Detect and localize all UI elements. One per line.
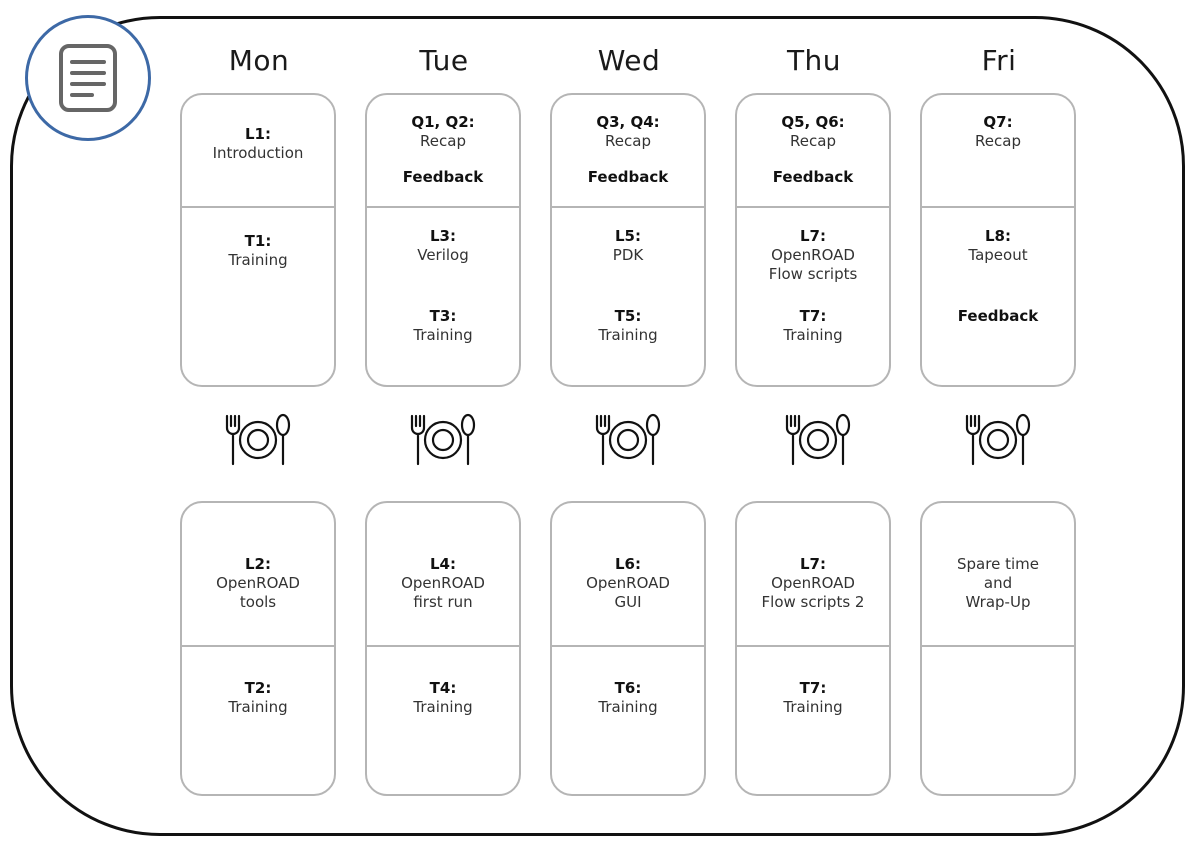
session-bottom: L8: Tapeout Feedback [922, 206, 1074, 385]
session-code: Q1, Q2: [411, 113, 475, 131]
document-badge[interactable] [25, 15, 151, 141]
feedback-label: Feedback [587, 168, 669, 186]
feedback-label: Feedback [772, 168, 854, 186]
session-code: L4: [430, 555, 456, 573]
session-title: Recap [420, 132, 466, 150]
session-code: T6: [614, 679, 642, 697]
session-code: L6: [615, 555, 641, 573]
day-header-thu: Thu [786, 44, 842, 77]
plate-fork-spoon-icon [410, 413, 476, 466]
session-bottom: L3: Verilog T3: Training [367, 206, 519, 385]
afternoon-card-thu: L7: OpenROAD Flow scripts 2 T7: Training [735, 501, 891, 796]
session-title: Training [783, 698, 843, 716]
session-code: Q3, Q4: [596, 113, 660, 131]
session-code: L8: [985, 227, 1011, 245]
session-title: Recap [975, 132, 1021, 150]
session-code: L1: [245, 125, 271, 143]
session-bottom: L5: PDK T5: Training [552, 206, 704, 385]
session-title: OpenROAD Flow scripts 2 [761, 574, 865, 611]
session-title: Recap [790, 132, 836, 150]
session-title: Spare time and Wrap-Up [957, 555, 1039, 611]
session-bottom: T1: Training [182, 206, 334, 385]
session-code: L5: [615, 227, 641, 245]
feedback-label: Feedback [402, 168, 484, 186]
session-code: T4: [429, 679, 457, 697]
plate-fork-spoon-icon [965, 413, 1031, 466]
afternoon-card-mon: L2: OpenROAD tools T2: Training [180, 501, 336, 796]
session-code: T2: [244, 679, 272, 697]
session-bottom [922, 645, 1074, 794]
session-title: OpenROAD tools [216, 574, 300, 611]
session-code: T3: [429, 307, 457, 325]
session-code: T7: [799, 307, 827, 325]
session-code: Q7: [983, 113, 1013, 131]
session-title: Training [413, 326, 473, 344]
session-code: L2: [245, 555, 271, 573]
plate-fork-spoon-icon [595, 413, 661, 466]
session-top: Spare time and Wrap-Up [922, 503, 1074, 645]
session-title: OpenROAD first run [401, 574, 485, 611]
session-code: L3: [430, 227, 456, 245]
session-top: Q1, Q2: Recap Feedback [367, 95, 519, 206]
morning-card-mon: L1: Introduction T1: Training [180, 93, 336, 387]
session-title: Training [228, 698, 288, 716]
morning-card-tue: Q1, Q2: Recap Feedback L3: Verilog T3: T… [365, 93, 521, 387]
session-bottom: L7: OpenROAD Flow scripts T7: Training [737, 206, 889, 385]
afternoon-card-fri: Spare time and Wrap-Up [920, 501, 1076, 796]
session-top: L2: OpenROAD tools [182, 503, 334, 645]
day-header-mon: Mon [228, 44, 290, 77]
session-title: Training [228, 251, 288, 269]
session-title: Recap [605, 132, 651, 150]
session-code: L7: [800, 227, 826, 245]
session-top: L6: OpenROAD GUI [552, 503, 704, 645]
session-title: Training [598, 326, 658, 344]
session-title: OpenROAD GUI [586, 574, 670, 611]
feedback-label: Feedback [957, 307, 1039, 325]
session-top: Q5, Q6: Recap Feedback [737, 95, 889, 206]
session-title: Training [783, 326, 843, 344]
session-code: T5: [614, 307, 642, 325]
session-bottom: T7: Training [737, 645, 889, 794]
session-title: Training [598, 698, 658, 716]
day-header-tue: Tue [419, 44, 469, 77]
session-top: L4: OpenROAD first run [367, 503, 519, 645]
session-title: PDK [612, 246, 644, 264]
afternoon-card-tue: L4: OpenROAD first run T4: Training [365, 501, 521, 796]
session-top: L7: OpenROAD Flow scripts 2 [737, 503, 889, 645]
document-icon [59, 44, 117, 112]
morning-card-fri: Q7: Recap L8: Tapeout Feedback [920, 93, 1076, 387]
day-header-wed: Wed [597, 44, 661, 77]
session-code: Q5, Q6: [781, 113, 845, 131]
morning-card-wed: Q3, Q4: Recap Feedback L5: PDK T5: Train… [550, 93, 706, 387]
session-code: L7: [800, 555, 826, 573]
session-title: Tapeout [968, 246, 1028, 264]
session-top: Q7: Recap [922, 95, 1074, 206]
session-title: Verilog [417, 246, 469, 264]
day-header-fri: Fri [981, 44, 1017, 77]
session-title: Training [413, 698, 473, 716]
session-bottom: T4: Training [367, 645, 519, 794]
session-code: T7: [799, 679, 827, 697]
session-bottom: T2: Training [182, 645, 334, 794]
afternoon-card-wed: L6: OpenROAD GUI T6: Training [550, 501, 706, 796]
plate-fork-spoon-icon [225, 413, 291, 466]
session-title: Introduction [212, 144, 304, 162]
session-bottom: T6: Training [552, 645, 704, 794]
session-title: OpenROAD Flow scripts [768, 246, 858, 283]
session-code: T1: [244, 232, 272, 250]
session-top: Q3, Q4: Recap Feedback [552, 95, 704, 206]
session-top: L1: Introduction [182, 95, 334, 206]
plate-fork-spoon-icon [785, 413, 851, 466]
morning-card-thu: Q5, Q6: Recap Feedback L7: OpenROAD Flow… [735, 93, 891, 387]
